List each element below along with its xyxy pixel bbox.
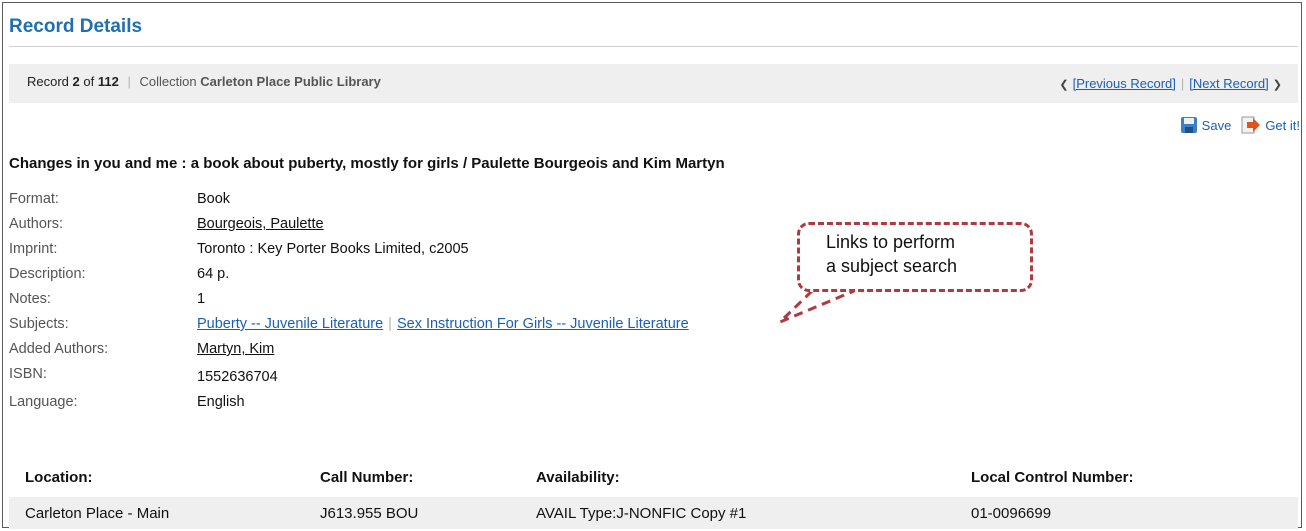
subjects-value: Puberty -- Juvenile Literature | Sex Instr…: [197, 316, 689, 332]
author-link[interactable]: Bourgeois, Paulette: [197, 216, 324, 232]
availability-cell: AVAIL Type:J-NONFIC Copy #1: [536, 505, 747, 522]
added-author-link[interactable]: Martyn, Kim: [197, 341, 274, 357]
notes-value: 1: [197, 291, 206, 307]
control-number-cell: 01-0096699: [971, 505, 1052, 522]
field-label: Language:: [9, 394, 78, 410]
isbn-value: 1552636704: [197, 369, 278, 385]
field-label: Description:: [9, 266, 86, 282]
save-icon: [1180, 117, 1197, 133]
of-label: of: [83, 74, 95, 89]
divider: |: [127, 74, 131, 89]
record-actions: Save Get it!: [1180, 116, 1300, 134]
divider: |: [388, 316, 392, 332]
description-value: 64 p.: [197, 266, 230, 282]
chevron-left-icon: ❮: [1059, 79, 1069, 91]
next-record-link[interactable]: [Next Record]: [1189, 76, 1268, 91]
divider: |: [1180, 76, 1185, 91]
table-row: Carleton Place - Main J613.955 BOU AVAIL…: [9, 497, 1298, 529]
record-total: 112: [97, 74, 119, 89]
get-it-label: Get it!: [1265, 117, 1300, 133]
chevron-right-icon: ❯: [1272, 79, 1282, 91]
field-label: Added Authors:: [9, 341, 109, 357]
control-number-header: Local Control Number:: [971, 469, 1134, 486]
save-button[interactable]: Save: [1180, 116, 1232, 134]
location-header: Location:: [25, 469, 93, 486]
record-pager: ❮ [Previous Record] | [Next Record] ❯: [1055, 76, 1286, 91]
holdings-header-row: Location: Call Number: Availability: Loc…: [9, 461, 1298, 493]
call-number-cell: J613.955 BOU: [320, 505, 419, 522]
field-label: ISBN:: [9, 366, 47, 382]
callout-line-1: Links to perform: [826, 232, 956, 252]
save-label: Save: [1201, 117, 1232, 133]
format-value: Book: [197, 191, 231, 207]
imprint-value: Toronto : Key Porter Books Limited, c200…: [197, 241, 469, 257]
page-title: Record Details: [9, 16, 143, 37]
field-label: Notes:: [9, 291, 51, 307]
language-value: English: [197, 394, 245, 410]
location-cell: Carleton Place - Main: [25, 505, 170, 522]
record-title: Changes in you and me : a book about pub…: [9, 155, 725, 172]
field-label: Subjects:: [9, 316, 69, 332]
availability-header: Availability:: [536, 469, 620, 486]
record-position: Record 2 of 112 | Collection Carleton Pl…: [27, 74, 381, 89]
get-it-button[interactable]: Get it!: [1241, 116, 1300, 134]
record-label: Record: [27, 74, 69, 89]
callout-text: Links to perform a subject search: [826, 230, 957, 278]
title-divider: [9, 46, 1298, 47]
subject-link-sex-instruction[interactable]: Sex Instruction For Girls -- Juvenile Li…: [397, 316, 689, 332]
field-label: Authors:: [9, 216, 63, 232]
call-number-header: Call Number:: [320, 469, 414, 486]
get-it-icon: [1241, 116, 1261, 134]
field-label: Format:: [9, 191, 59, 207]
callout-line-2: a subject search: [826, 256, 958, 276]
previous-record-link[interactable]: [Previous Record]: [1073, 76, 1176, 91]
collection-label: Collection: [139, 74, 197, 89]
field-label: Imprint:: [9, 241, 58, 257]
record-index: 2: [72, 74, 80, 89]
subject-link-puberty[interactable]: Puberty -- Juvenile Literature: [197, 316, 383, 332]
collection-name: Carleton Place Public Library: [200, 74, 381, 89]
record-navigation-bar: Record 2 of 112 | Collection Carleton Pl…: [9, 64, 1298, 103]
